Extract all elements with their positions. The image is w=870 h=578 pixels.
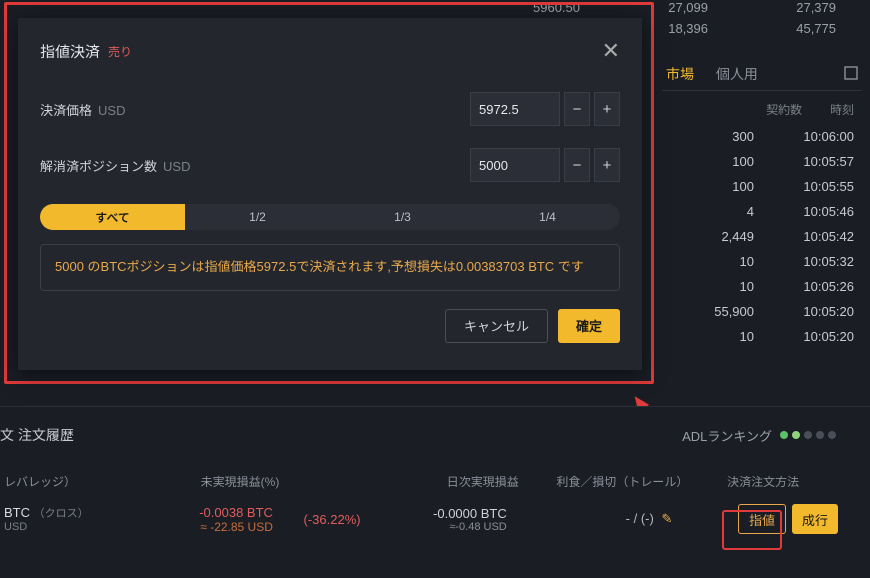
cancel-button[interactable]: キャンセル [445, 309, 548, 343]
trade-qty: 55,900 [694, 304, 754, 319]
qty-input[interactable] [470, 148, 560, 182]
qty-fraction-segments: すべて 1/2 1/3 1/4 [40, 204, 620, 230]
trade-row: 300 10:06:00 [662, 124, 862, 149]
seg-half[interactable]: 1/2 [185, 204, 330, 230]
col-head-qty: 契約数 [766, 101, 802, 118]
seg-all[interactable]: すべて [40, 204, 185, 230]
col-leverage: レバレッジ） [0, 473, 110, 490]
side-label: 売り [108, 43, 132, 60]
info-msg: 5000 のBTCポジションは指値価格5972.5で決済されます,予想損失は0.… [40, 244, 620, 291]
trade-time: 10:05:32 [774, 254, 854, 269]
adl-label: ADLランキング [682, 426, 772, 445]
daily-pnl-btc: -0.0000 BTC [361, 506, 507, 521]
close-limit-button[interactable]: 指値 [738, 504, 786, 534]
trade-time: 10:05:55 [774, 179, 854, 194]
trade-qty: 300 [694, 129, 754, 144]
price-input[interactable] [470, 92, 560, 126]
seg-third[interactable]: 1/3 [330, 204, 475, 230]
trade-qty: 10 [694, 254, 754, 269]
trade-row: 10 10:05:20 [662, 324, 862, 349]
tab-personal[interactable]: 個人用 [716, 64, 758, 84]
daily-pnl-usd: ≈-0.48 USD [361, 521, 507, 533]
qty-minus-button[interactable]: − [564, 148, 590, 182]
trade-time: 10:05:20 [774, 329, 854, 344]
cross-label: （クロス） [34, 508, 89, 520]
fullscreen-icon[interactable] [844, 66, 858, 83]
close-market-button[interactable]: 成行 [792, 504, 838, 534]
price-label: 決済価格USD [40, 100, 125, 119]
trade-qty: 2,449 [694, 229, 754, 244]
col-tpsl: 利食／損切（トレール） [519, 473, 689, 490]
trade-qty: 10 [694, 329, 754, 344]
price-plus-button[interactable]: + [594, 92, 620, 126]
qty-label: 解消済ポジション数USD [40, 156, 190, 175]
recent-trades-panel: 市場 個人用 契約数 時刻 30010:06:0010010:05:571001… [662, 58, 862, 349]
trade-time: 10:05:57 [774, 154, 854, 169]
trade-time: 10:06:00 [774, 129, 854, 144]
section-title: 文 注文履歴 [0, 425, 74, 445]
unrealized-pnl-pct: (-36.22%) [273, 512, 361, 527]
col-unrealized-pnl: 未実現損益(%) [110, 473, 280, 490]
symbol: BTC [4, 505, 30, 520]
unrealized-pnl-btc: -0.0038 BTC [107, 505, 273, 520]
qty-plus-button[interactable]: + [594, 148, 620, 182]
trade-row: 100 10:05:57 [662, 149, 862, 174]
trade-time: 10:05:20 [774, 304, 854, 319]
positions-section: 文 注文履歴 ADLランキング レバレッジ） 未実現損益(%) 日次実現損益 利… [0, 406, 870, 578]
bg-num: 27,379 [726, 0, 836, 15]
col-daily-pnl: 日次実現損益 [369, 473, 519, 490]
bg-num: 45,775 [726, 21, 836, 36]
tpsl-value: - / (-) [626, 511, 654, 526]
trade-time: 10:05:46 [774, 204, 854, 219]
bg-num: 27,099 [598, 0, 708, 15]
confirm-button[interactable]: 確定 [558, 309, 620, 343]
trade-time: 10:05:26 [774, 279, 854, 294]
unrealized-pnl-usd: ≈ -22.85 USD [107, 520, 273, 534]
seg-quarter[interactable]: 1/4 [475, 204, 620, 230]
bg-num: 5960.50 [500, 0, 580, 15]
trade-row: 10 10:05:32 [662, 249, 862, 274]
trade-qty: 100 [694, 154, 754, 169]
position-row: BTC （クロス） USD -0.0038 BTC ≈ -22.85 USD (… [0, 500, 854, 538]
limit-close-modal: 指値決済 売り ✕ 決済価格USD − + 解消済ポジション数USD − + す… [18, 18, 642, 370]
close-icon[interactable]: ✕ [602, 38, 620, 64]
trade-qty: 4 [694, 204, 754, 219]
trade-time: 10:05:42 [774, 229, 854, 244]
trade-row: 55,900 10:05:20 [662, 299, 862, 324]
edit-tpsl-icon[interactable]: ✎ [661, 511, 672, 526]
quote-symbol: USD [4, 521, 107, 533]
trade-row: 10 10:05:26 [662, 274, 862, 299]
modal-title: 指値決済 売り [40, 41, 132, 62]
trade-row: 100 10:05:55 [662, 174, 862, 199]
trade-row: 4 10:05:46 [662, 199, 862, 224]
trade-qty: 100 [694, 179, 754, 194]
col-head-time: 時刻 [830, 101, 854, 118]
price-minus-button[interactable]: − [564, 92, 590, 126]
trade-row: 2,449 10:05:42 [662, 224, 862, 249]
tab-market[interactable]: 市場 [666, 64, 694, 84]
col-close-method: 決済注文方法 [688, 473, 838, 490]
adl-dots [780, 431, 836, 439]
trade-qty: 10 [694, 279, 754, 294]
